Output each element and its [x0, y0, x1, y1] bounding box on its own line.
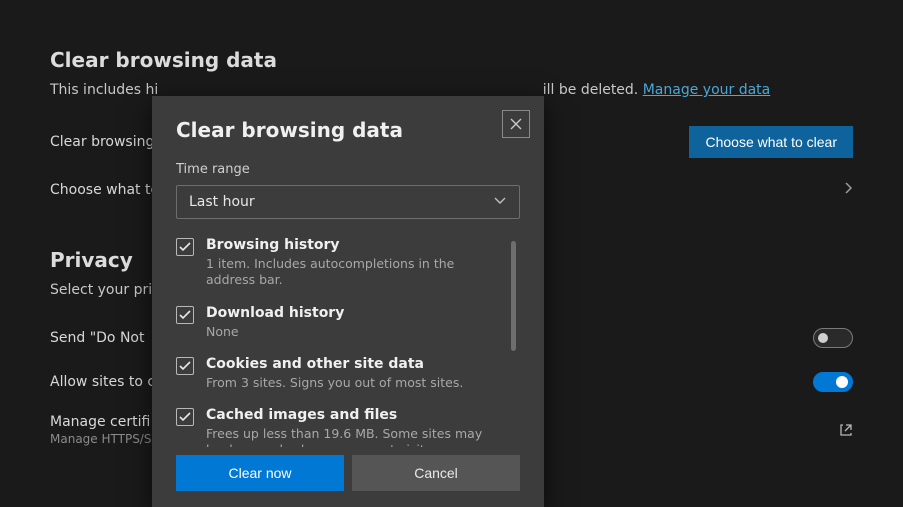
chevron-right-icon	[843, 181, 853, 199]
checkbox-text: Cached images and files Frees up less th…	[206, 407, 500, 447]
checkbox-desc: None	[206, 324, 344, 340]
clear-now-button[interactable]: Clear now	[176, 455, 344, 491]
check-icon	[179, 412, 191, 422]
clear-browsing-data-dialog: Clear browsing data Time range Last hour…	[152, 96, 544, 507]
section-heading-clear: Clear browsing data	[50, 48, 853, 72]
checkbox-label: Cached images and files	[206, 407, 500, 423]
checkbox[interactable]	[176, 357, 194, 375]
checkbox[interactable]	[176, 306, 194, 324]
checkbox-row-cookies: Cookies and other site data From 3 sites…	[176, 356, 500, 391]
row-label: Clear browsing	[50, 134, 154, 150]
chevron-down-icon	[493, 194, 507, 210]
checkbox-text: Download history None	[206, 305, 344, 340]
row-label: Allow sites to c	[50, 374, 155, 390]
checkbox-desc: From 3 sites. Signs you out of most site…	[206, 375, 463, 391]
checkbox-desc: 1 item. Includes autocompletions in the …	[206, 256, 500, 289]
checkbox-desc: Frees up less than 19.6 MB. Some sites m…	[206, 426, 500, 447]
checkbox-label: Cookies and other site data	[206, 356, 463, 372]
time-range-label: Time range	[176, 162, 520, 177]
time-range-select[interactable]: Last hour	[176, 185, 520, 219]
manage-data-link[interactable]: Manage your data	[643, 82, 771, 98]
checkbox-row-cached-images: Cached images and files Frees up less th…	[176, 407, 500, 447]
check-icon	[179, 310, 191, 320]
checkbox-row-browsing-history: Browsing history 1 item. Includes autoco…	[176, 237, 500, 289]
row-label: Choose what to	[50, 182, 159, 198]
checkbox-row-download-history: Download history None	[176, 305, 500, 340]
cancel-button[interactable]: Cancel	[352, 455, 520, 491]
external-link-icon	[839, 423, 853, 437]
section-sub-text-start: This includes hi	[50, 82, 158, 98]
checkbox-text: Cookies and other site data From 3 sites…	[206, 356, 463, 391]
toggle-dnt[interactable]	[813, 328, 853, 348]
checkbox[interactable]	[176, 238, 194, 256]
time-range-value: Last hour	[189, 194, 255, 210]
close-button[interactable]	[502, 110, 530, 138]
toggle-allow-sites[interactable]	[813, 372, 853, 392]
check-icon	[179, 361, 191, 371]
scrollbar-thumb[interactable]	[511, 241, 516, 351]
row-sublabel: Manage HTTPS/S	[50, 432, 151, 446]
dialog-title: Clear browsing data	[176, 118, 520, 142]
row-label: Send "Do Not	[50, 330, 144, 346]
toggle-knob	[818, 333, 828, 343]
checkbox[interactable]	[176, 408, 194, 426]
choose-what-to-clear-button[interactable]: Choose what to clear	[689, 126, 853, 158]
data-type-list: Browsing history 1 item. Includes autoco…	[176, 237, 520, 447]
close-icon	[510, 118, 522, 130]
section-sub-text-end: ill be deleted.	[543, 82, 643, 98]
checkbox-text: Browsing history 1 item. Includes autoco…	[206, 237, 500, 289]
check-icon	[179, 242, 191, 252]
checkbox-label: Browsing history	[206, 237, 500, 253]
dialog-actions: Clear now Cancel	[176, 455, 520, 491]
checkbox-label: Download history	[206, 305, 344, 321]
row-label: Manage certifi	[50, 414, 151, 430]
toggle-knob	[836, 376, 848, 388]
